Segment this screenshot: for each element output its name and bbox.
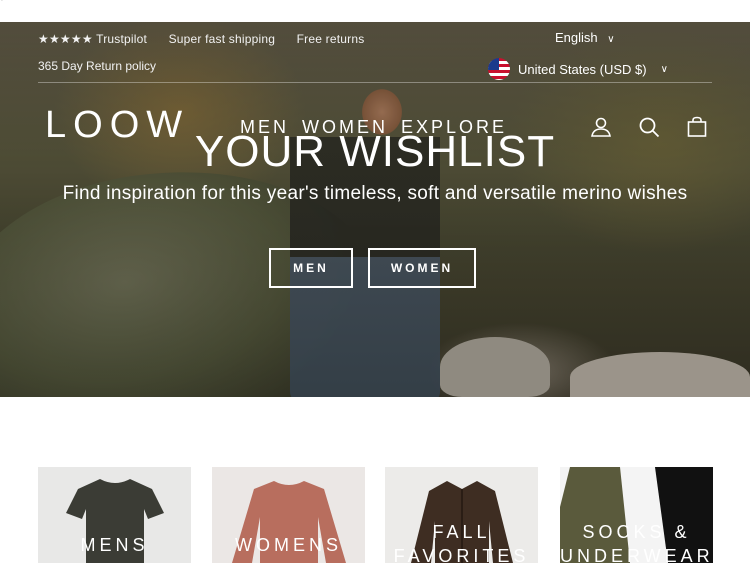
chevron-down-icon: ∨ [660, 63, 668, 75]
category-tile-womens[interactable]: WOMENS [212, 467, 365, 563]
country-selector[interactable]: United States (USD $) ∨ [488, 58, 668, 80]
header-divider [38, 82, 712, 83]
language-label: English [555, 30, 598, 45]
category-label: FALL FAVORITES [393, 522, 530, 563]
category-label: WOMENS [235, 535, 342, 555]
language-selector[interactable]: English ∨ [555, 30, 615, 45]
chevron-down-icon: ∨ [607, 34, 615, 45]
us-flag-icon [488, 58, 510, 80]
hero-subtitle: Find inspiration for this year's timeles… [62, 183, 688, 204]
category-label: SOCKS & UNDERWEAR [560, 522, 713, 563]
returns-note: Free returns [296, 32, 365, 46]
announcement-bar: ★★★★★ Trustpilot Super fast shipping Fre… [38, 32, 382, 46]
return-policy-note: 365 Day Return policy [38, 59, 157, 73]
stray-mark: ' [1, 0, 3, 8]
category-label: MENS [80, 535, 149, 555]
country-label: United States (USD $) [518, 61, 647, 77]
shop-women-button[interactable]: WOMEN [368, 248, 476, 288]
shipping-note: Super fast shipping [168, 32, 276, 46]
hero-rock [440, 337, 550, 397]
category-tile-mens[interactable]: MENS [38, 467, 191, 563]
shop-men-button[interactable]: MEN [269, 248, 353, 288]
hero-rock [570, 352, 750, 397]
hero-title: YOUR WISHLIST [194, 127, 556, 176]
trustpilot-rating[interactable]: ★★★★★ Trustpilot [38, 32, 147, 46]
hero-person [290, 57, 440, 397]
category-tile-fall-favorites[interactable]: FALL FAVORITES [385, 467, 538, 563]
category-tile-socks-underwear[interactable]: SOCKS & UNDERWEAR [560, 467, 713, 563]
